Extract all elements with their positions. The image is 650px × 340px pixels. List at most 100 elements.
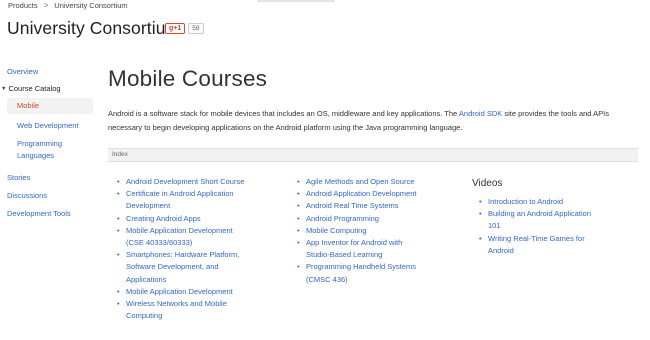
link-text-line: Android (488, 245, 514, 255)
video-link[interactable]: Writing Real-Time Games for Android (488, 233, 622, 257)
link-text-line: Mobile Application Development (126, 225, 233, 235)
list-item: • Building an Android Application 101 (478, 208, 622, 232)
course-link[interactable]: App Inventor for Android with Studio-Base… (306, 237, 446, 261)
breadcrumb-products[interactable]: Products (8, 1, 38, 10)
link-text-line: (CSE 40333/60333) (126, 238, 193, 248)
list-item: • Android Programming (296, 213, 446, 225)
course-link[interactable]: Mobile Application Development (CSE 40333… (126, 225, 266, 249)
sidebar-item-mobile[interactable]: Mobile (7, 98, 93, 114)
list-item: • Android Development Short Course (116, 176, 266, 188)
link-text-line: Building an Android Application (488, 209, 591, 219)
breadcrumb-separator: > (43, 1, 49, 10)
page-title: Mobile Courses (108, 66, 268, 91)
link-text-line: App Inventor for Android with (306, 238, 403, 248)
breadcrumb-university-consortium[interactable]: University Consortium (54, 1, 127, 10)
tab-edge (257, 0, 335, 2)
sidebar-item-discussions[interactable]: Discussions (7, 191, 47, 200)
list-item: • Smartphones: Hardware Platform, Software… (116, 249, 266, 286)
bullet-icon: • (479, 197, 482, 206)
bullet-icon: • (117, 225, 120, 235)
site-title: University Consortium (7, 18, 181, 38)
sidebar-item-label-line2: Languages (17, 151, 55, 160)
link-text-line: Android Programming (306, 213, 379, 223)
link-text-line: Wireless Networks and Mobile (126, 299, 227, 309)
bullet-icon: • (297, 189, 300, 199)
android-sdk-link[interactable]: Android SDK (459, 109, 502, 118)
list-item: • Certificate in Android Application Devel… (116, 188, 266, 212)
course-link[interactable]: Mobile Application Development (126, 286, 266, 298)
video-link[interactable]: Building an Android Application 101 (488, 208, 622, 232)
list-item: • Mobile Application Development (116, 286, 266, 298)
course-link[interactable]: Programming Handheld Systems (CMSC 436) (306, 261, 446, 285)
link-text-line: Computing (126, 311, 163, 321)
bullet-icon: • (297, 262, 300, 272)
google-plus-widget: g+1 59 (165, 23, 204, 34)
sidebar-item-development-tools[interactable]: Development Tools (7, 209, 71, 218)
sidebar-item-stories[interactable]: Stories (7, 173, 30, 182)
google-plus-count: 59 (188, 23, 204, 34)
course-link[interactable]: Android Development Short Course (126, 176, 266, 188)
link-text-line: Certificate in Android Application (126, 189, 234, 199)
course-link[interactable]: Mobile Computing (306, 225, 446, 237)
list-item: • Mobile Computing (296, 225, 446, 237)
video-link[interactable]: Introduction to Android (488, 196, 622, 208)
course-link[interactable]: Wireless Networks and Mobile Computing (126, 298, 266, 322)
link-text-line: Introduction to Android (488, 197, 564, 206)
intro-text-start: Android is a software stack for mobile d… (108, 109, 459, 118)
list-item: • Agile Methods and Open Source (296, 176, 446, 188)
course-link[interactable]: Creating Android Apps (126, 213, 266, 225)
list-item: • Android Real Time Systems (296, 200, 446, 212)
bullet-icon: • (479, 209, 482, 219)
link-text-line: Android Real Time Systems (306, 201, 399, 211)
list-item: • Introduction to Android (478, 196, 622, 208)
bullet-icon: • (117, 177, 120, 186)
sidebar-item-web-development[interactable]: Web Development (17, 120, 79, 132)
course-column-1: • Android Development Short Course • Certif… (116, 176, 266, 322)
bullet-icon: • (117, 299, 120, 309)
top-bar: Products > University Consortium Univers… (0, 0, 650, 44)
bullet-icon: • (117, 250, 120, 260)
list-item: • App Inventor for Android with Studio-Bas… (296, 237, 446, 261)
course-link[interactable]: Certificate in Android Application Develo… (126, 188, 266, 212)
course-link[interactable]: Android Programming (306, 213, 446, 225)
course-link[interactable]: Agile Methods and Open Source (306, 176, 446, 188)
sidebar-item-programming-languages[interactable]: Programming Languages (17, 138, 62, 162)
link-text-line: Mobile Application Development (126, 286, 233, 296)
course-link[interactable]: Android Application Development (306, 188, 446, 200)
bullet-icon: • (297, 177, 300, 186)
link-text-line: (CMSC 436) (306, 274, 348, 284)
bullet-icon: • (297, 225, 300, 235)
link-text-line: Agile Methods and Open Source (306, 177, 415, 186)
sidebar-item-label-line1: Programming (17, 139, 63, 148)
bullet-icon: • (117, 213, 120, 223)
bullet-icon: • (297, 238, 300, 248)
course-link[interactable]: Smartphones: Hardware Platform, Software … (126, 249, 266, 286)
sidebar-item-overview[interactable]: Overview (7, 67, 38, 76)
bullet-icon: • (297, 201, 300, 211)
link-text-line: 101 (488, 221, 501, 231)
list-item: • Creating Android Apps (116, 213, 266, 225)
videos-heading: Videos (472, 178, 503, 189)
link-text-line: Studio-Based Learning (306, 250, 383, 260)
course-link[interactable]: Android Real Time Systems (306, 200, 446, 212)
list-item: • Writing Real-Time Games for Android (478, 233, 622, 257)
intro-paragraph: Android is a software stack for mobile d… (108, 107, 636, 135)
bullet-icon: • (479, 233, 482, 243)
link-text-line: Software Development, and (126, 262, 219, 272)
google-plus-one-button[interactable]: g+1 (165, 23, 186, 34)
list-item: • Wireless Networks and Mobile Computing (116, 298, 266, 322)
sidebar-item-course-catalog[interactable]: ▼ Course Catalog (1, 84, 61, 93)
link-text-line: Mobile Computing (306, 225, 367, 235)
list-item: • Programming Handheld Systems (CMSC 436) (296, 261, 446, 285)
index-bar: Index (108, 148, 638, 162)
link-text-line: Writing Real-Time Games for (488, 233, 585, 243)
list-item: • Mobile Application Development (CSE 4033… (116, 225, 266, 249)
link-text-line: Development (126, 201, 171, 211)
link-text-line: Smartphones: Hardware Platform, (126, 250, 240, 260)
course-column-2: • Agile Methods and Open Source • Android A… (296, 176, 446, 286)
bullet-icon: • (297, 213, 300, 223)
breadcrumb: Products > University Consortium (8, 1, 128, 10)
caret-down-icon: ▼ (1, 85, 7, 92)
bullet-icon: • (117, 189, 120, 199)
link-text-line: Applications (126, 274, 167, 284)
